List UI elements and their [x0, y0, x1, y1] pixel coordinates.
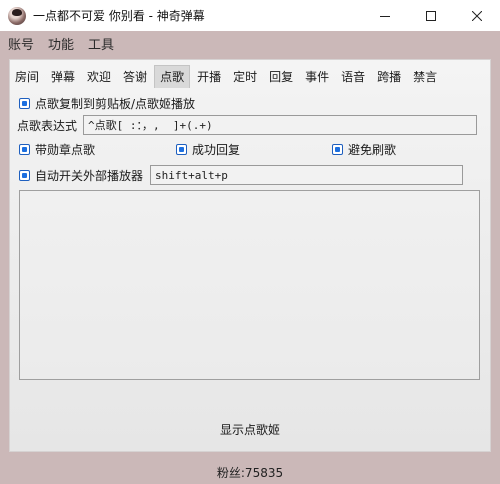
- minimize-icon: [380, 15, 390, 17]
- with-medal-checkbox[interactable]: [19, 144, 30, 155]
- success-reply-label: 成功回复: [192, 143, 241, 157]
- window-controls: [362, 0, 500, 31]
- close-button[interactable]: [454, 0, 500, 31]
- auto-player-option: 自动开关外部播放器: [19, 165, 464, 185]
- with-medal-label: 带勋章点歌: [35, 143, 96, 157]
- with-medal-option[interactable]: 带勋章点歌: [19, 141, 95, 158]
- tab-voice[interactable]: 语音: [336, 66, 370, 88]
- close-icon: [472, 10, 482, 21]
- song-request-tab-content: 点歌复制到剪贴板/点歌姬播放 点歌表达式 带勋章点歌 成功回复 避免刷歌 自动开: [10, 88, 490, 451]
- copy-to-clipboard-checkbox[interactable]: [19, 98, 30, 109]
- copy-to-clipboard-label: 点歌复制到剪贴板/点歌姬播放: [35, 97, 196, 111]
- checked-icon: [22, 101, 27, 106]
- menu-features[interactable]: 功能: [48, 34, 74, 53]
- tab-bar: 房间 弹幕 欢迎 答谢 点歌 开播 定时 回复 事件 语音 跨播 禁言: [10, 60, 490, 88]
- tab-danmaku[interactable]: 弹幕: [46, 66, 80, 88]
- avoid-spam-option[interactable]: 避免刷歌: [332, 141, 396, 158]
- menu-tools[interactable]: 工具: [88, 34, 114, 53]
- avoid-spam-checkbox[interactable]: [332, 144, 343, 155]
- checked-icon: [179, 147, 184, 152]
- tab-reply[interactable]: 回复: [264, 66, 298, 88]
- maximize-button[interactable]: [408, 0, 454, 31]
- title-bar[interactable]: 一点都不可爱 你别看 - 神奇弹幕: [0, 0, 500, 31]
- checked-icon: [22, 172, 27, 178]
- tab-song-request[interactable]: 点歌: [154, 65, 191, 88]
- maximize-icon: [426, 10, 436, 21]
- tab-mute[interactable]: 禁言: [408, 66, 442, 88]
- copy-to-clipboard-option[interactable]: 点歌复制到剪贴板/点歌姬播放: [19, 95, 195, 112]
- song-list-textarea[interactable]: [19, 190, 480, 380]
- window-title: 一点都不可爱 你别看 - 神奇弹幕: [33, 9, 205, 23]
- tab-thanks[interactable]: 答谢: [118, 66, 152, 88]
- checked-icon: [335, 147, 340, 152]
- app-window: 一点都不可爱 你别看 - 神奇弹幕 账号 功能 工具 房间 弹幕 欢迎 答谢 点…: [0, 0, 500, 484]
- auto-player-label: 自动开关外部播放器: [35, 168, 144, 183]
- tab-timer[interactable]: 定时: [228, 66, 262, 88]
- minimize-button[interactable]: [362, 0, 408, 31]
- main-panel: 房间 弹幕 欢迎 答谢 点歌 开播 定时 回复 事件 语音 跨播 禁言 点歌复制…: [9, 59, 491, 452]
- tab-cross-stream[interactable]: 跨播: [372, 66, 406, 88]
- tab-start-stream[interactable]: 开播: [192, 66, 226, 88]
- auto-player-checkbox[interactable]: [19, 169, 30, 181]
- show-song-player-button[interactable]: 显示点歌姬: [200, 419, 300, 441]
- menu-account[interactable]: 账号: [8, 34, 34, 53]
- expression-input[interactable]: [83, 115, 478, 135]
- tab-welcome[interactable]: 欢迎: [82, 66, 116, 88]
- expression-label: 点歌表达式: [17, 118, 78, 133]
- hotkey-input[interactable]: [150, 165, 464, 185]
- avoid-spam-label: 避免刷歌: [348, 143, 397, 157]
- fans-count: 粉丝:75835: [216, 466, 284, 480]
- success-reply-checkbox[interactable]: [176, 144, 187, 155]
- menu-bar: 账号 功能 工具: [0, 31, 500, 55]
- checked-icon: [22, 147, 27, 152]
- avatar-icon: [8, 6, 26, 25]
- success-reply-option[interactable]: 成功回复: [176, 141, 240, 158]
- tab-events[interactable]: 事件: [300, 66, 334, 88]
- expression-row: 点歌表达式: [17, 115, 478, 135]
- tab-room[interactable]: 房间: [10, 66, 44, 88]
